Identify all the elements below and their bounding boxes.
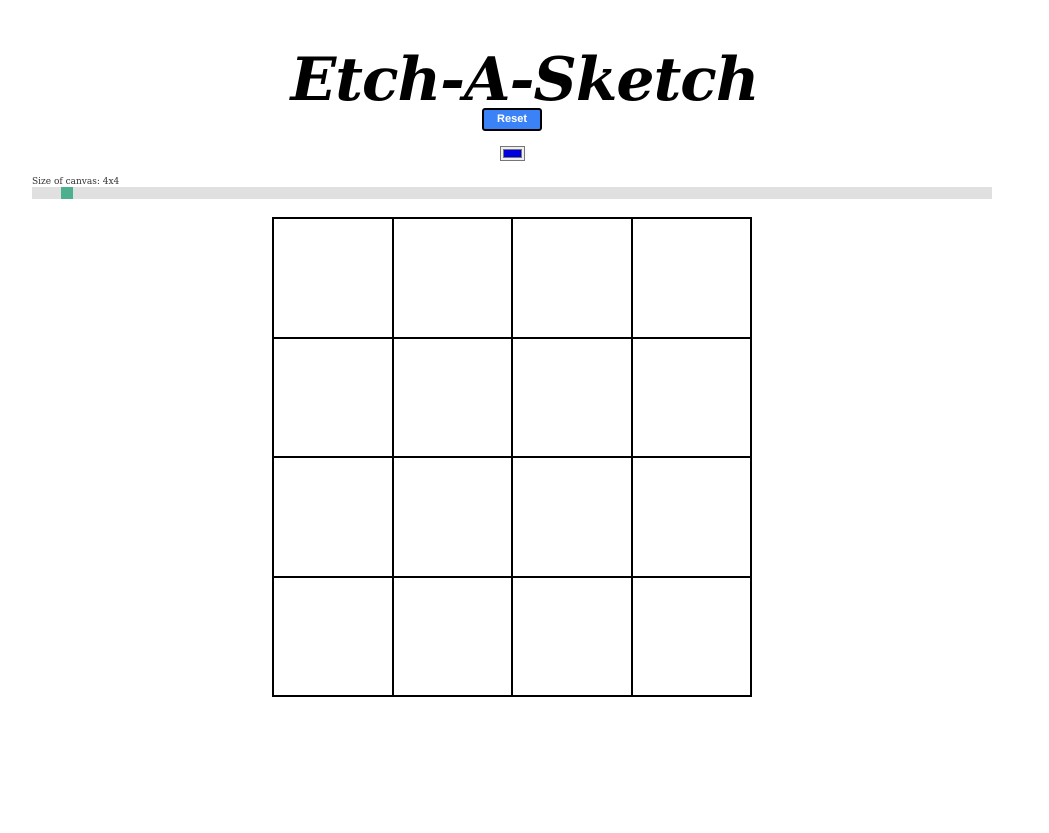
slider-thumb[interactable] [61,187,73,199]
canvas-cell[interactable] [512,337,632,457]
canvas-cell[interactable] [392,576,512,696]
canvas-cell[interactable] [512,457,632,577]
canvas-cell[interactable] [631,576,751,696]
sketch-canvas[interactable] [272,217,752,697]
canvas-size-slider[interactable] [32,187,992,199]
canvas-cell[interactable] [273,218,393,338]
canvas-cell[interactable] [512,576,632,696]
canvas-cell[interactable] [392,457,512,577]
color-swatch [503,149,522,158]
reset-button[interactable]: Reset [482,108,542,131]
canvas-cell[interactable] [273,337,393,457]
canvas-cell[interactable] [631,337,751,457]
canvas-cell[interactable] [631,218,751,338]
canvas-cell[interactable] [392,218,512,338]
page-title: Etch-A-Sketch [290,45,760,116]
canvas-cell[interactable] [273,457,393,577]
canvas-cell[interactable] [512,218,632,338]
canvas-cell[interactable] [631,457,751,577]
color-picker[interactable] [500,146,525,161]
canvas-cell[interactable] [392,337,512,457]
canvas-cell[interactable] [273,576,393,696]
